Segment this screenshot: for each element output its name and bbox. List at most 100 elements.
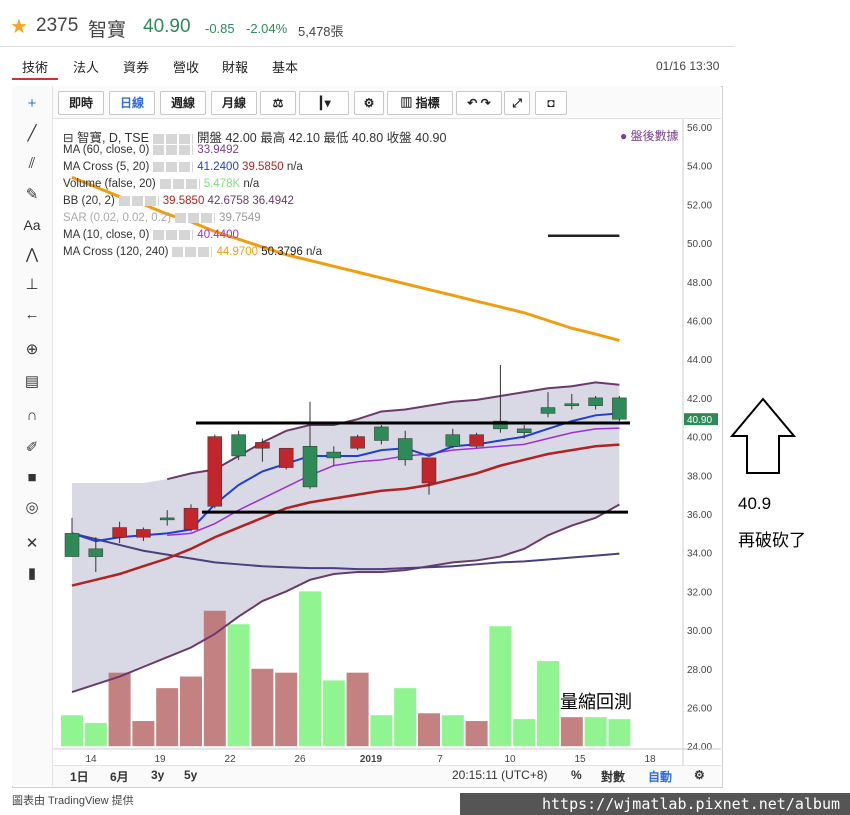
time-axis: 14 19 22 26 2019 7 10 15 18 bbox=[53, 748, 721, 765]
weekly-button[interactable]: 週線 bbox=[160, 91, 206, 115]
bollinger-band-area bbox=[72, 382, 620, 693]
tab-technical[interactable]: 技術 bbox=[22, 57, 48, 76]
tab-institutional[interactable]: 法人 bbox=[73, 57, 99, 76]
camera-icon[interactable]: ◘ bbox=[535, 91, 567, 115]
range-5y[interactable]: 5y bbox=[184, 768, 197, 782]
hide-icon[interactable]: ◎ bbox=[12, 494, 52, 522]
legend-controls[interactable] bbox=[153, 229, 194, 240]
legend-value: 39.5850 bbox=[242, 161, 287, 173]
tools-icon[interactable]: ✕ bbox=[12, 530, 52, 558]
volume-bar bbox=[180, 676, 202, 747]
legend-controls[interactable] bbox=[152, 133, 193, 144]
volume-bar bbox=[132, 721, 155, 747]
legend-label: SAR (0.02, 0.02, 0.2) bbox=[63, 212, 172, 224]
gear-icon[interactable]: ⚙ bbox=[354, 91, 384, 115]
x-tick-label: 15 bbox=[574, 754, 586, 765]
volume-bar bbox=[227, 624, 250, 747]
legend-label: MA (60, close, 0) bbox=[63, 144, 150, 156]
quote-datetime: 01/16 13:30 bbox=[656, 59, 720, 73]
legend-controls[interactable] bbox=[175, 212, 216, 223]
indicators-button[interactable]: ▥ 指標 bbox=[387, 91, 453, 115]
pattern-icon[interactable]: ⋀ bbox=[12, 241, 52, 269]
arrow-back-icon[interactable]: ← bbox=[12, 301, 52, 329]
volume-bar bbox=[608, 719, 631, 747]
annotation-broken: 再破砍了 bbox=[738, 531, 806, 550]
ruler-icon[interactable]: ▤ bbox=[12, 368, 52, 396]
bollinger-band-fill bbox=[72, 382, 620, 693]
legend-controls[interactable] bbox=[159, 178, 200, 189]
legend-row[interactable]: SAR (0.02, 0.02, 0.2) 39.7549 bbox=[63, 212, 261, 224]
tab-margin[interactable]: 資券 bbox=[123, 57, 149, 76]
x-tick-label: 7 bbox=[437, 754, 443, 765]
range-3y[interactable]: 3y bbox=[151, 768, 164, 782]
tab-basic[interactable]: 基本 bbox=[272, 57, 298, 76]
settings-icon[interactable]: ⚙ bbox=[694, 768, 705, 782]
tab-financials[interactable]: 財報 bbox=[222, 57, 248, 76]
fib-icon[interactable]: ⫽ bbox=[12, 150, 52, 178]
candle-style-icon[interactable]: ┃▾ bbox=[299, 91, 349, 115]
x-tick-label: 19 bbox=[154, 754, 166, 765]
legend-controls[interactable] bbox=[118, 195, 159, 206]
y-tick-label: 54.00 bbox=[687, 162, 712, 173]
collapse-icon[interactable]: ⊟ bbox=[63, 131, 77, 145]
legend-label: MA (10, close, 0) bbox=[63, 229, 150, 241]
legend-row[interactable]: MA (10, close, 0) 40.4400 bbox=[63, 229, 239, 241]
fullscreen-icon[interactable]: ⤢ bbox=[504, 91, 530, 115]
after-hours-label[interactable]: ● 盤後數據 bbox=[620, 127, 679, 144]
range-1d[interactable]: 1日 bbox=[70, 768, 89, 785]
trend-line-icon[interactable]: ╱ bbox=[12, 120, 52, 148]
y-tick-label: 30.00 bbox=[687, 626, 712, 637]
monthly-button[interactable]: 月線 bbox=[211, 91, 257, 115]
legend-controls[interactable] bbox=[153, 161, 194, 172]
y-tick-label: 28.00 bbox=[687, 665, 712, 676]
stock-symbol: 2375 bbox=[36, 15, 79, 36]
auto-toggle[interactable]: 自動 bbox=[648, 768, 672, 785]
undo-redo-icon[interactable]: ↶ ↷ bbox=[456, 91, 502, 115]
crosshair-icon[interactable]: + bbox=[12, 90, 52, 118]
percent-toggle[interactable]: % bbox=[571, 768, 582, 782]
price-change: -0.85 bbox=[205, 21, 235, 36]
lock-drawings-icon[interactable]: ✐ bbox=[12, 434, 52, 462]
lock-icon[interactable]: ■ bbox=[12, 464, 52, 492]
candle-body bbox=[112, 527, 127, 538]
compare-icon[interactable]: ⚖ bbox=[260, 91, 296, 115]
legend-value: 41.2400 bbox=[197, 161, 243, 173]
legend-value: 40.4400 bbox=[197, 229, 239, 241]
star-icon[interactable]: ★ bbox=[10, 14, 28, 39]
realtime-button[interactable]: 即時 bbox=[58, 91, 104, 115]
volume-bar bbox=[346, 672, 369, 747]
log-toggle[interactable]: 對數 bbox=[601, 768, 625, 785]
legend-row[interactable]: Volume (false, 20) 5.478K n/a bbox=[63, 178, 259, 190]
brush-icon[interactable]: ✎ bbox=[12, 181, 52, 209]
range-6m[interactable]: 6月 bbox=[110, 768, 129, 785]
candle-body bbox=[183, 507, 199, 530]
candle-body bbox=[350, 436, 365, 449]
legend-row[interactable]: MA (60, close, 0) 33.9492 bbox=[63, 144, 239, 156]
measure-icon[interactable]: ⊥ bbox=[12, 271, 52, 299]
stock-name: 智寶 bbox=[88, 20, 127, 41]
magnet-icon[interactable]: ∩ bbox=[12, 402, 52, 430]
daily-button[interactable]: 日線 bbox=[109, 91, 155, 115]
zoom-icon[interactable]: ⊕ bbox=[12, 336, 52, 364]
candle-body bbox=[231, 434, 246, 457]
chart-credit: 圖表由 TradingView 提供 bbox=[12, 795, 134, 807]
stock-price: 40.90 bbox=[143, 16, 191, 37]
legend-value: 39.7549 bbox=[219, 212, 261, 224]
text-tool-icon[interactable]: Aa bbox=[12, 211, 52, 239]
legend-controls[interactable] bbox=[153, 144, 194, 155]
candle-body bbox=[540, 407, 556, 414]
x-tick-label: 10 bbox=[504, 754, 516, 765]
candle-body bbox=[159, 517, 175, 521]
active-tab-indicator bbox=[12, 78, 58, 80]
trash-icon[interactable]: ▮ bbox=[12, 560, 52, 588]
legend-row[interactable]: MA Cross (120, 240) 44.9700 50.3796 n/a bbox=[63, 246, 322, 258]
legend-label: MA Cross (120, 240) bbox=[63, 246, 169, 258]
annotation-price: 40.9 bbox=[738, 494, 772, 513]
legend-controls[interactable] bbox=[172, 246, 213, 257]
tab-revenue[interactable]: 營收 bbox=[173, 57, 199, 76]
volume-bar bbox=[560, 717, 583, 747]
legend-row[interactable]: MA Cross (5, 20) 41.2400 39.5850 n/a bbox=[63, 161, 303, 173]
legend-row[interactable]: BB (20, 2) 39.5850 42.6758 36.4942 bbox=[63, 195, 294, 207]
volume-bar bbox=[370, 715, 393, 747]
candle-body bbox=[588, 397, 603, 406]
